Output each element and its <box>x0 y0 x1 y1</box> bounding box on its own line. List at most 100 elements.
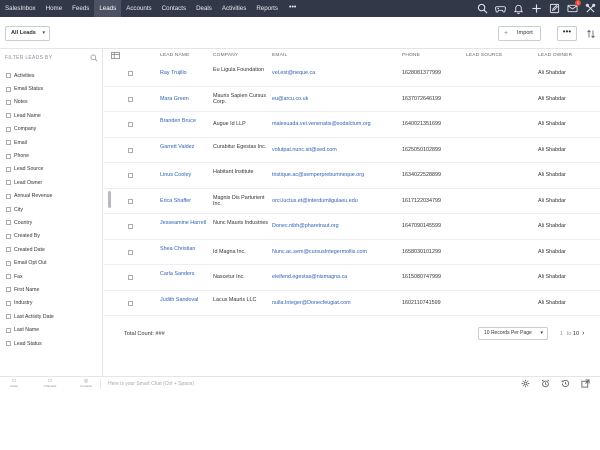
column-settings-icon[interactable] <box>111 52 120 59</box>
nav-item-leads[interactable]: Leads <box>94 0 122 17</box>
column-header-lead-name[interactable]: LEAD NAME <box>160 53 190 58</box>
nav-more-button[interactable]: ••• <box>283 0 302 17</box>
more-options-button[interactable]: ••• <box>557 26 577 41</box>
filter-checkbox[interactable] <box>6 73 11 79</box>
email-link[interactable]: malesuada.vel.venenatis@sodalctum.org <box>272 121 402 128</box>
email-link[interactable]: eleifend.egestas@nismagna.ca <box>272 274 402 281</box>
row-checkbox[interactable] <box>128 96 133 102</box>
row-checkbox[interactable] <box>128 249 133 255</box>
lead-name-link[interactable]: Mara Green <box>160 96 210 103</box>
table-row[interactable]: Branden Bruce Augue Id LLP malesuada.vel… <box>104 112 600 138</box>
row-checkbox[interactable] <box>128 71 133 76</box>
filter-item-activities[interactable]: Activities <box>6 69 54 82</box>
import-button[interactable]: + Import <box>498 26 541 41</box>
filter-checkbox[interactable] <box>6 287 11 293</box>
chats-tab[interactable]: ▭ Chats <box>2 378 26 390</box>
filter-item-email[interactable]: Email <box>6 136 54 149</box>
email-link[interactable]: Donec.nibh@pharetraut.org <box>272 223 402 230</box>
filter-checkbox[interactable] <box>6 341 11 346</box>
email-link[interactable]: tristique.ac@semperprebumneque.org <box>272 172 402 179</box>
filter-item-industry[interactable]: Industry <box>6 297 54 310</box>
filter-checkbox[interactable] <box>6 180 11 186</box>
row-checkbox[interactable] <box>128 122 133 127</box>
table-row[interactable]: Erica Shaffer Magnis Dis Parturient Inc.… <box>104 189 600 214</box>
nav-item-salesinbox[interactable]: SalesInbox <box>0 0 41 17</box>
filter-item-lead-status[interactable]: Lead Status <box>6 337 54 350</box>
lead-name-link[interactable]: Judith Sandoval <box>160 297 210 304</box>
column-header-company[interactable]: COMPANY <box>213 53 238 58</box>
filter-item-company[interactable]: Company <box>6 123 54 136</box>
row-checkbox[interactable] <box>128 173 133 178</box>
filter-item-country[interactable]: Country <box>6 216 54 229</box>
filter-checkbox[interactable] <box>6 166 11 172</box>
filter-checkbox[interactable] <box>6 314 11 320</box>
view-selector-dropdown[interactable]: All Leads ▾ <box>5 26 50 41</box>
filter-item-created-date[interactable]: Created Date <box>6 243 54 256</box>
email-link[interactable]: eu@arcu.co.uk <box>272 96 402 103</box>
filter-item-city[interactable]: City <box>6 203 54 216</box>
table-row[interactable]: Judith Sandoval Lacus Mauris LLC nulla.I… <box>104 291 600 316</box>
alarm-clock-icon[interactable] <box>541 379 550 388</box>
lead-name-link[interactable]: Linus Cooley <box>160 172 210 179</box>
smart-chat-input[interactable]: Here is your Smart Chat (Ctrl + Space) <box>100 379 400 389</box>
filter-checkbox[interactable] <box>6 99 11 105</box>
search-icon[interactable] <box>477 3 488 14</box>
row-checkbox[interactable] <box>128 198 133 204</box>
table-row[interactable]: Garrett Valdez Curabitur Egestas Inc. vo… <box>104 138 600 163</box>
filter-item-notes[interactable]: Notes <box>6 96 54 109</box>
history-icon[interactable] <box>561 379 570 388</box>
filter-checkbox[interactable] <box>6 207 11 213</box>
row-checkbox[interactable] <box>128 300 133 306</box>
filter-checkbox[interactable] <box>6 126 11 132</box>
table-row[interactable]: Carla Sanders Nascetur Inc. eleifend.ege… <box>104 265 600 291</box>
nav-item-activities[interactable]: Activities <box>217 0 251 17</box>
filter-item-last-name[interactable]: Last Name <box>6 323 54 336</box>
table-row[interactable]: Mara Green Mauris Sapien Cursus Corp. eu… <box>104 87 600 112</box>
column-header-phone[interactable]: PHONE <box>402 53 420 58</box>
nav-item-home[interactable]: Home <box>41 0 68 17</box>
tools-icon[interactable] <box>585 3 596 14</box>
lead-name-link[interactable]: Erica Shaffer <box>160 198 210 205</box>
filter-checkbox[interactable] <box>6 140 11 146</box>
bell-icon[interactable] <box>513 3 524 14</box>
game-controller-icon[interactable] <box>495 3 506 14</box>
filter-item-email-opt-out[interactable]: Email Opt Out <box>6 256 54 269</box>
email-link[interactable]: volutpat.nunc.sit@sed.com <box>272 147 402 154</box>
filter-item-fax[interactable]: Fax <box>6 270 54 283</box>
column-header-lead-owner[interactable]: LEAD OWNER <box>538 53 572 58</box>
sort-icon[interactable] <box>586 29 596 39</box>
filter-checkbox[interactable] <box>6 300 11 306</box>
mail-icon[interactable]: 1 <box>567 0 581 14</box>
email-link[interactable]: Nunc.ac.sem@cursusIntegermollis.com <box>272 249 402 256</box>
table-row[interactable]: Ray Trujillo Eu Ligula Foundation vel.es… <box>104 61 600 87</box>
lead-name-link[interactable]: Garrett Valdez <box>160 144 210 151</box>
table-row[interactable]: Jesseamine Harrell Nunc Mauris Industrie… <box>104 214 600 240</box>
next-page-icon[interactable]: › <box>582 330 584 337</box>
filter-item-phone[interactable]: Phone <box>6 149 54 162</box>
column-header-lead-source[interactable]: LEAD SOURCE <box>466 53 503 58</box>
filter-item-lead-name[interactable]: Lead Name <box>6 109 54 122</box>
filter-checkbox[interactable] <box>6 233 11 239</box>
contacts-tab[interactable]: ◎ Contacts <box>74 378 98 390</box>
nav-item-reports[interactable]: Reports <box>251 0 283 17</box>
filter-checkbox[interactable] <box>6 247 11 253</box>
external-link-icon[interactable] <box>581 379 590 388</box>
row-checkbox[interactable] <box>128 147 133 153</box>
edit-icon[interactable] <box>549 3 560 14</box>
lead-name-link[interactable]: Jesseamine Harrell <box>160 220 210 227</box>
filter-checkbox[interactable] <box>6 153 11 159</box>
lead-name-link[interactable]: Branden Bruce <box>160 118 210 125</box>
filter-checkbox[interactable] <box>6 260 11 266</box>
column-header-email[interactable]: EMAIL <box>272 53 287 58</box>
table-row[interactable]: Shea Christian Id Magna Inc. Nunc.ac.sem… <box>104 240 600 265</box>
filter-item-email-status[interactable]: Email Status <box>6 82 54 95</box>
channels-tab[interactable]: ▭ Channels <box>38 378 62 390</box>
gear-icon[interactable] <box>521 379 530 388</box>
nav-item-deals[interactable]: Deals <box>191 0 217 17</box>
nav-item-contacts[interactable]: Contacts <box>157 0 191 17</box>
email-link[interactable]: vel.est@neque.ca <box>272 70 402 77</box>
add-icon[interactable] <box>531 3 542 14</box>
table-row[interactable]: Linus Cooley Habitant Institute tristiqu… <box>104 163 600 189</box>
nav-item-accounts[interactable]: Accounts <box>121 0 156 17</box>
filter-item-last-activity-date[interactable]: Last Activity Date <box>6 310 54 323</box>
